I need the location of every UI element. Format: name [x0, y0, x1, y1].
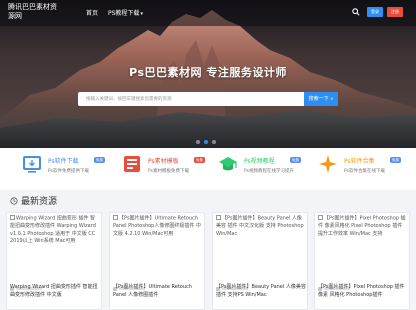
hero-search-box: 搜索一下⌕	[78, 92, 338, 106]
broken-image-icon	[318, 215, 323, 220]
login-button[interactable]: 登录	[367, 7, 383, 17]
section-title: 最新资源	[21, 197, 58, 207]
feature-badge: 免费	[390, 157, 401, 163]
carousel-dot[interactable]	[196, 140, 200, 144]
hero-search-button[interactable]: 搜索一下 ⌕	[304, 92, 338, 106]
feature-title: Ps视频教程	[244, 158, 275, 165]
broken-image-alt: 【Ps图片插件】Pixel Photoshop 插件 像素风格化 Pixel P…	[318, 215, 406, 237]
hero-banner: 腾讯巴巴素材资源网 首页 PS教程下载▾ 登录 注册 Ps巴巴素材网 专注服务设…	[0, 0, 416, 148]
carousel-dot-active[interactable]	[204, 140, 208, 144]
feature-desc: Ps素材模板免费下载	[148, 169, 189, 174]
nav-home-link[interactable]: 首页	[86, 8, 98, 17]
card-title[interactable]: 【Ps图片插件】Beauty Panel 人像美容插件 支持PS Win/Mac	[216, 284, 306, 299]
card-category	[113, 276, 153, 291]
resource-card[interactable]: 【Ps图片插件】Ultimate Retouch Panel Photoshop…	[109, 212, 205, 310]
broken-image-icon	[113, 215, 118, 220]
hero-search-button-label: 搜索一下	[308, 96, 329, 102]
site-logo[interactable]: 腾讯巴巴素材资源网	[8, 3, 58, 21]
resource-card[interactable]: Warping Wizard 扭曲变形 插件 智能扭曲变形修改插件 Warpin…	[6, 212, 102, 310]
feature-badge: 免费	[94, 157, 105, 163]
feature-desc: Ps软件合集在线下载	[344, 169, 385, 174]
graduation-cap-icon	[219, 157, 237, 171]
card-title[interactable]: 【Ps图片插件】Ultimate Retouch Panel 人像修图插件	[113, 284, 203, 299]
feature-desc: Ps视频教程在线学习提升	[244, 169, 294, 174]
card-title[interactable]: 【Ps图片插件】Pixel Photoshop 插件 像素 风格化 Photos…	[318, 284, 408, 299]
feature-badge: 免费	[290, 157, 301, 163]
register-button[interactable]: 注册	[387, 7, 403, 17]
broken-image-alt: 【Ps图片插件】Beauty Panel 人像美容 插件 中文汉化版 支持 Ph…	[216, 215, 304, 237]
download-icon	[23, 156, 41, 173]
search-icon: ⌕	[330, 96, 334, 102]
feature-software-collection[interactable]: Ps软件合集 免费 Ps软件合集在线下载	[318, 154, 416, 186]
broken-image-alt: 【Ps图片插件】Ultimate Retouch Panel Photoshop…	[113, 215, 201, 237]
feature-templates[interactable]: Ps素材模板 免费 Ps素材模板免费下载	[122, 154, 220, 186]
search-icon[interactable]	[352, 8, 360, 16]
template-icon	[124, 156, 140, 172]
feature-title: Ps软件下载	[48, 158, 79, 165]
feature-title: Ps软件合集	[344, 158, 375, 165]
feature-strip: Ps软件下载 免费 Ps软件免费提供下载 Ps素材模板 免费 Ps素材模板免费下…	[0, 148, 416, 190]
nav-downloads-label: PS教程下载	[108, 10, 140, 17]
hero-search-input[interactable]	[86, 93, 296, 105]
card-title[interactable]: Warping Wizard 扭曲变形插件 智能扭曲变形修改插件 中文版	[10, 284, 100, 299]
clock-icon	[10, 197, 18, 205]
feature-title: Ps素材模板	[148, 158, 179, 165]
latest-resources-header: 最新资源	[0, 190, 416, 212]
hero-title: Ps巴巴素材网 专注服务设计师	[129, 66, 287, 79]
sparkle-icon	[319, 155, 337, 173]
resource-card[interactable]: 【Ps图片插件】Pixel Photoshop 插件 像素风格化 Pixel P…	[314, 212, 410, 310]
card-category	[318, 276, 358, 291]
feature-badge: 免费	[194, 157, 205, 163]
nav-downloads-link[interactable]: PS教程下载▾	[108, 8, 143, 17]
resource-grid: Warping Wizard 扭曲变形 插件 智能扭曲变形修改插件 Warpin…	[6, 212, 410, 310]
broken-image-alt: Warping Wizard 扭曲变形 插件 智能扭曲变形修改插件 Warpin…	[10, 215, 96, 244]
top-navigation-bar: 腾讯巴巴素材资源网 首页 PS教程下载▾ 登录 注册	[0, 0, 416, 26]
feature-desc: Ps软件免费提供下载	[48, 169, 89, 174]
broken-image-icon	[216, 215, 221, 220]
chevron-down-icon: ▾	[140, 11, 143, 17]
card-category	[216, 276, 256, 291]
broken-image-icon	[10, 215, 15, 220]
feature-video-tutorials[interactable]: Ps视频教程 免费 Ps视频教程在线学习提升	[218, 154, 316, 186]
carousel-dot[interactable]	[212, 140, 216, 144]
card-category	[10, 276, 50, 291]
feature-software-download[interactable]: Ps软件下载 免费 Ps软件免费提供下载	[22, 154, 120, 186]
resource-card[interactable]: 【Ps图片插件】Beauty Panel 人像美容 插件 中文汉化版 支持 Ph…	[212, 212, 308, 310]
